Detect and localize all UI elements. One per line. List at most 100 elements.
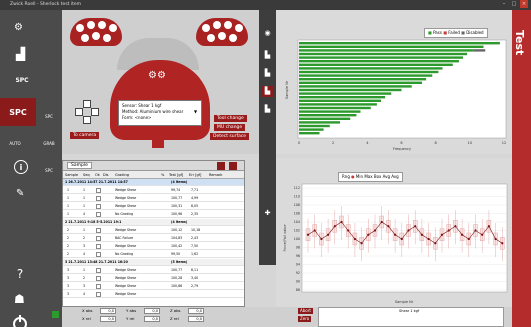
samples-icon[interactable]: ▟ — [16, 47, 25, 61]
control-x-label: Sample Nr — [395, 300, 414, 304]
camera-icon[interactable]: ◉ — [262, 28, 273, 39]
group-row[interactable]: 2 21.7.2011 9:18 5-5.2011 19:1 (4 items) — [63, 219, 244, 226]
ok-checkbox[interactable] — [96, 236, 101, 241]
detect-surface-button[interactable]: Detect surface — [210, 133, 250, 140]
ok-checkbox[interactable] — [96, 188, 101, 193]
control-plot-area — [301, 183, 508, 293]
col-grading[interactable]: Grading — [115, 171, 129, 179]
table-row[interactable]: 2 1 Wedge Shear 100,12 10,18 — [63, 227, 244, 234]
spc-button[interactable]: SPC — [0, 98, 36, 126]
zoom-icon[interactable]: ✚ — [262, 208, 273, 219]
chart-icon-3[interactable]: ▙ — [262, 86, 273, 97]
histogram-x-tick: 10 — [468, 141, 472, 145]
abort-button[interactable]: Abort — [298, 308, 313, 314]
ok-checkbox[interactable] — [96, 252, 101, 257]
robot-icon[interactable]: ⚙ — [14, 22, 23, 33]
col-err[interactable]: Err [gf] — [189, 171, 201, 179]
chart-icon-1[interactable]: ▙ — [262, 50, 273, 61]
cell-err: 7,50 — [191, 244, 199, 248]
force-graph: Shear 1 kgf — [318, 307, 504, 327]
col-dis[interactable]: Dis — [103, 171, 109, 179]
control-y-tick: 94 — [296, 263, 300, 267]
table-row[interactable]: 1 1 Wedge Shear 100,31 8,05 — [63, 203, 244, 210]
table-close-icon[interactable] — [229, 162, 237, 170]
side-tab[interactable]: Test — [512, 10, 531, 327]
cell-grading: BAC Failure — [115, 236, 134, 240]
cell-test: 100,28 — [171, 276, 183, 280]
holder-left[interactable] — [70, 18, 122, 46]
col-sample[interactable]: Sample — [65, 171, 78, 179]
cell-grading: Wedge Shear — [115, 188, 137, 192]
col-percent[interactable]: % — [161, 171, 164, 179]
col-ok[interactable]: Ok — [95, 171, 100, 179]
ok-checkbox[interactable] — [96, 212, 101, 217]
histogram-bar — [299, 103, 377, 106]
ok-checkbox[interactable] — [96, 228, 101, 233]
status-ok-icon — [52, 311, 59, 318]
table-header: Sample Seq Ok Dis Grading % Test [gf] Er… — [63, 171, 244, 179]
table-row[interactable]: 3 1 Wedge Shear 100,77 8,11 — [63, 267, 244, 274]
table-export-icon[interactable] — [217, 162, 225, 170]
info-icon[interactable]: i — [14, 160, 28, 174]
to-camera-button[interactable]: To camera — [70, 132, 100, 139]
zero-button[interactable]: Zero — [298, 316, 312, 322]
auto-label[interactable]: AUTO — [4, 141, 26, 146]
table-row[interactable]: 3 3 Wedge Shear 100,86 2,79 — [63, 283, 244, 290]
table-row[interactable]: 3 4 Wedge Shear — [63, 291, 244, 298]
control-y-tick: 96 — [296, 254, 300, 258]
mu-change-button[interactable]: MU change — [214, 124, 246, 131]
col-test[interactable]: Test [gf] — [169, 171, 183, 179]
table-row[interactable]: 1 1 Wedge Shear 99,74 7,71 — [63, 187, 244, 194]
x-rel-value: 0,0 — [100, 316, 116, 322]
ok-checkbox[interactable] — [96, 276, 101, 281]
maximize-button[interactable]: □ — [510, 0, 518, 8]
holder-right[interactable] — [196, 18, 248, 46]
power-icon[interactable] — [13, 315, 27, 327]
close-button[interactable]: × — [520, 0, 528, 8]
nav-left-button[interactable] — [75, 108, 83, 116]
cell-seq: 1 — [83, 204, 86, 208]
cell-sample: 1 — [67, 196, 70, 200]
histogram-panel: ■ Pass ■ Failed ■ Disabled 0 2 4 6 8 10 12 Freq… — [276, 10, 512, 154]
group-row[interactable]: 1 26.7.2011 14:57 21.7.2011 14:57 (4 ite… — [63, 179, 244, 186]
chart-icon-4[interactable]: ▙ — [262, 104, 273, 115]
table-row[interactable]: 2 4 No Grading 99,50 1,62 — [63, 251, 244, 258]
group-count: (4 items) — [171, 180, 188, 184]
grab-label[interactable]: GRAB — [38, 141, 60, 146]
ok-checkbox[interactable] — [96, 284, 101, 289]
table-row[interactable]: 2 3 Wedge Shear 100,42 7,50 — [63, 243, 244, 250]
cell-sample: 3 — [67, 268, 70, 272]
spc-settings-button[interactable]: SPC — [10, 72, 34, 88]
table-row[interactable]: 3 2 Wedge Shear 100,28 3,40 — [63, 275, 244, 282]
ok-checkbox[interactable] — [96, 204, 101, 209]
sidebar: ⚙ ▟ SPC SPC SPC AUTO GRAB i SPC ✎ ? ☗ — [0, 10, 62, 327]
nav-down-button[interactable] — [83, 116, 91, 124]
table-row[interactable]: 2 2 BAC Failure 104,83 2,43 — [63, 235, 244, 242]
nav-up-button[interactable] — [83, 100, 91, 108]
pen-icon[interactable]: ✎ — [16, 188, 24, 199]
y-abs-label: Y abs — [126, 308, 137, 313]
histogram-x-tick: 12 — [502, 141, 506, 145]
users-icon[interactable]: ☗ — [14, 292, 25, 306]
ok-checkbox[interactable] — [96, 292, 101, 297]
chart-icon-2[interactable]: ▙ — [262, 68, 273, 79]
control-y-tick: 110 — [294, 195, 300, 199]
table-row[interactable]: 1 4 No Grading 100,96 2,35 — [63, 211, 244, 218]
ok-checkbox[interactable] — [96, 244, 101, 249]
col-seq[interactable]: Seq — [83, 171, 90, 179]
dropdown-arrow-icon[interactable]: ▼ — [194, 109, 197, 115]
table-row[interactable]: 1 1 Wedge Shear 100,77 4,99 — [63, 195, 244, 202]
spc-sub-label[interactable]: SPC — [40, 114, 58, 119]
ok-checkbox[interactable] — [96, 268, 101, 273]
ok-checkbox[interactable] — [96, 196, 101, 201]
nav-right-button[interactable] — [91, 108, 99, 116]
spc-small-label[interactable]: SPC — [38, 168, 60, 173]
histogram-x-tick: 0 — [298, 141, 300, 145]
col-remark[interactable]: Remark — [209, 171, 222, 179]
minimize-button[interactable]: – — [500, 0, 508, 8]
control-chart-panel: Rng ● Min Max Box Avg Avg 112 110 108 106 10… — [276, 158, 512, 316]
tool-change-button[interactable]: Tool change — [214, 115, 247, 122]
group-row[interactable]: 3 21.7.2011 13:48 21.7.2011 16:20 (5 ite… — [63, 259, 244, 266]
histogram-bar — [299, 106, 371, 110]
help-icon[interactable]: ? — [13, 266, 27, 282]
